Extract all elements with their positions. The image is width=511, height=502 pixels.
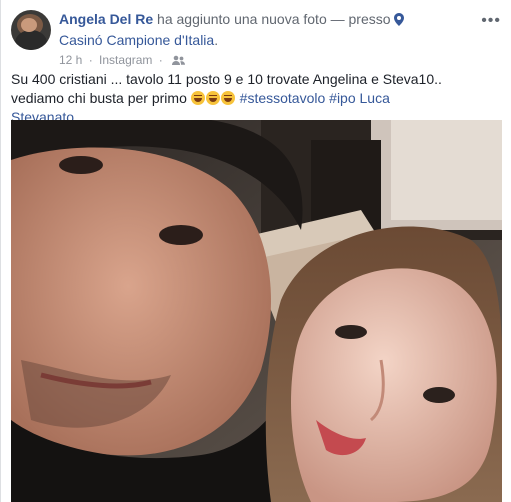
- meta-dot-2: ·: [158, 53, 163, 67]
- post-action-text: ha aggiunto una nuova foto: [157, 11, 327, 27]
- post-meta: 12 h · Instagram ·: [59, 52, 186, 70]
- location-prefix: presso: [348, 11, 391, 27]
- post-source: Instagram: [99, 53, 153, 67]
- laughing-tears-emoji-icon: [205, 91, 220, 105]
- author-name-link[interactable]: Angela Del Re: [59, 11, 153, 27]
- post-time-link[interactable]: 12 h: [59, 53, 82, 67]
- location-pin-icon: [393, 12, 404, 31]
- laughing-tears-emoji-icon: [190, 91, 205, 105]
- post-card: Angela Del Re ha aggiunto una nuova foto…: [0, 0, 511, 502]
- meta-dot: ·: [88, 53, 93, 67]
- author-avatar[interactable]: [11, 10, 51, 50]
- post-header: Angela Del Re ha aggiunto una nuova foto…: [59, 10, 439, 50]
- location-end: .: [214, 32, 219, 48]
- separator: —: [330, 11, 345, 27]
- more-options-button[interactable]: •••: [481, 12, 501, 30]
- post-text: Su 400 cristiani ... tavolo 11 posto 9 e…: [11, 70, 451, 127]
- hashtag-link[interactable]: #ipo: [329, 90, 355, 106]
- location-link[interactable]: Casinó Campione d'Italia: [59, 32, 214, 48]
- laughing-tears-emoji-icon: [220, 91, 235, 105]
- friends-icon[interactable]: [172, 54, 186, 70]
- selfie-photo[interactable]: [11, 120, 502, 502]
- hashtag-link[interactable]: #stessotavolo: [240, 90, 326, 106]
